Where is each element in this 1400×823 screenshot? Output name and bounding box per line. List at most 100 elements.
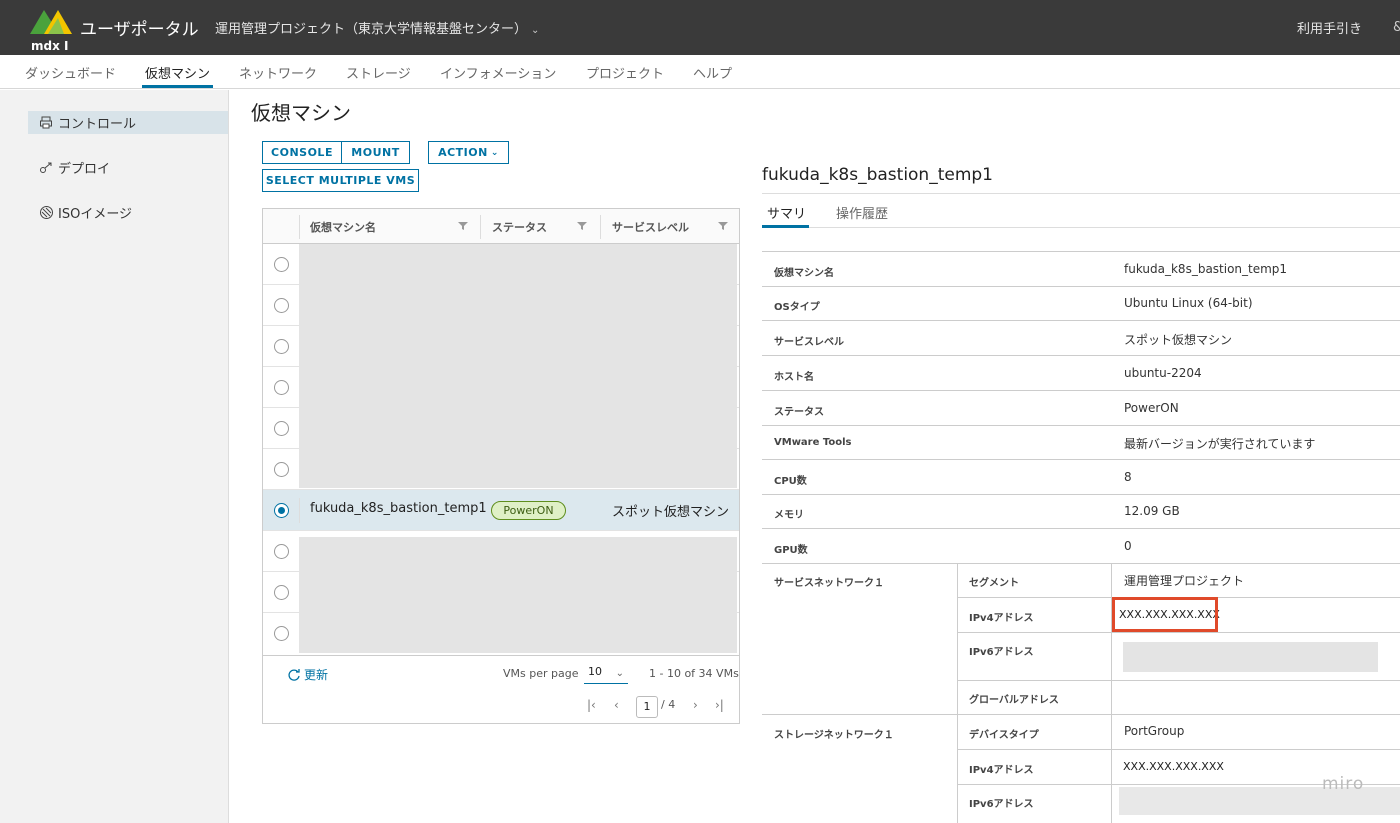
sidebar [0, 90, 229, 823]
row-radio[interactable] [274, 298, 289, 313]
nav-dashboard[interactable]: ダッシュボード [25, 63, 116, 82]
column-divider [1111, 715, 1112, 823]
sidebar-item-deploy[interactable]: デプロイ [28, 156, 228, 179]
row-separator [299, 498, 300, 523]
share-icon [40, 162, 52, 173]
user-icon[interactable]: & [1393, 20, 1400, 36]
nav-active-indicator [142, 85, 213, 88]
summary-row: ホスト名 ubuntu-2204 [762, 356, 1400, 391]
first-page-icon[interactable]: |‹ [587, 698, 596, 712]
row-value: 最新バージョンが実行されています [1124, 437, 1316, 451]
last-page-icon[interactable]: ›| [715, 698, 724, 712]
row-label: GPU数 [774, 545, 808, 556]
row-label: IPv4アドレス [969, 613, 1034, 624]
row-radio[interactable] [274, 421, 289, 436]
prev-page-icon[interactable]: ‹ [614, 698, 619, 712]
row-value: PowerON [1124, 401, 1179, 415]
row-label: デバイスタイプ [969, 730, 1039, 741]
sidebar-item-label: ISOイメージ [58, 207, 133, 222]
total-pages: / 4 [661, 698, 676, 711]
app-title: ユーザポータル [80, 20, 199, 40]
help-link[interactable]: 利用手引き [1297, 18, 1362, 37]
nav-virtual-machines[interactable]: 仮想マシン [145, 63, 210, 82]
service-network-group: サービスネットワーク１ セグメント 運用管理プロジェクト IPv4アドレス XX… [762, 564, 1400, 715]
column-separator [480, 215, 481, 239]
action-button[interactable]: ACTION ⌄ [428, 141, 509, 164]
console-button[interactable]: CONSOLE [262, 141, 342, 164]
row-radio[interactable] [274, 626, 289, 641]
column-header-status[interactable]: ステータス [492, 219, 547, 235]
divider [762, 227, 1400, 228]
nav-storage[interactable]: ストレージ [346, 63, 411, 82]
sidebar-item-control[interactable]: コントロール [28, 111, 228, 134]
next-page-icon[interactable]: › [693, 698, 698, 712]
row-label: グローバルアドレス [969, 695, 1059, 706]
project-selector[interactable]: 運用管理プロジェクト（東京大学情報基盤センター） ⌄ [215, 18, 539, 37]
nav-network[interactable]: ネットワーク [239, 63, 317, 82]
filter-icon[interactable] [577, 221, 587, 231]
row-radio-checked[interactable] [274, 503, 289, 518]
group-label: サービスネットワーク１ [774, 578, 884, 589]
row-radio[interactable] [274, 544, 289, 559]
row-radio[interactable] [274, 339, 289, 354]
chevron-down-icon: ⌄ [615, 668, 624, 679]
page-number-input[interactable]: 1 [636, 696, 658, 718]
sidebar-item-label: コントロール [58, 117, 137, 132]
row-label: サービスレベル [774, 337, 844, 348]
row-value: fukuda_k8s_bastion_temp1 [1124, 262, 1288, 276]
mount-button[interactable]: MOUNT [341, 141, 410, 164]
row-label: 仮想マシン名 [774, 268, 834, 279]
row-radio[interactable] [274, 380, 289, 395]
storage-network-group: ストレージネットワーク１ デバイスタイプ PortGroup IPv4アドレス … [762, 715, 1400, 823]
tab-summary[interactable]: サマリ [767, 203, 806, 222]
filter-icon[interactable] [458, 221, 468, 231]
row-label: IPv6アドレス [969, 799, 1034, 810]
summary-row: OSタイプ Ubuntu Linux (64-bit) [762, 287, 1400, 321]
table-row-selected[interactable]: fukuda_k8s_bastion_temp1 PowerON スポット仮想マ… [263, 490, 739, 531]
column-header-vm-name[interactable]: 仮想マシン名 [310, 219, 376, 235]
nav-help[interactable]: ヘルプ [693, 63, 732, 82]
row-label: OSタイプ [774, 302, 820, 313]
action-label: ACTION [438, 146, 488, 159]
summary-row: メモリ 12.09 GB [762, 495, 1400, 529]
group-label: ストレージネットワーク１ [774, 730, 894, 741]
main-nav: ダッシュボード 仮想マシン ネットワーク ストレージ インフォメーション プロジ… [0, 55, 1400, 89]
redacted-rows [299, 537, 737, 653]
sidebar-item-iso[interactable]: ISOイメージ [28, 201, 228, 224]
refresh-label: 更新 [304, 668, 329, 682]
row-radio[interactable] [274, 585, 289, 600]
per-page-value: 10 [588, 665, 602, 678]
row-radio[interactable] [274, 257, 289, 272]
tab-history[interactable]: 操作履歴 [836, 203, 888, 222]
summary-row: VMware Tools 最新バージョンが実行されています [762, 426, 1400, 460]
row-value: 8 [1124, 470, 1132, 484]
filter-icon[interactable] [718, 221, 728, 231]
miro-watermark: miro [1322, 774, 1365, 794]
row-label: VMware Tools [774, 437, 852, 448]
per-page-select[interactable]: 10 ⌄ [584, 665, 628, 684]
summary-row: 仮想マシン名 fukuda_k8s_bastion_temp1 [762, 252, 1400, 287]
mdx-logo-icon[interactable]: mdx Ⅰ [28, 4, 74, 52]
per-page-label: VMs per page [503, 667, 579, 680]
row-label: メモリ [774, 510, 804, 521]
nav-project[interactable]: プロジェクト [586, 63, 664, 82]
refresh-button[interactable]: 更新 [287, 666, 328, 683]
detail-title: fukuda_k8s_bastion_temp1 [762, 165, 994, 185]
column-header-service-level[interactable]: サービスレベル [612, 219, 689, 235]
tab-active-indicator [762, 225, 809, 228]
row-value: スポット仮想マシン [1124, 333, 1233, 347]
row-label: ホスト名 [774, 372, 814, 383]
row-label: IPv6アドレス [969, 647, 1034, 658]
highlight-annotation [1112, 597, 1218, 632]
summary-row: CPU数 8 [762, 460, 1400, 495]
grid-footer: 更新 VMs per page 10 ⌄ 1 - 10 of 34 VMs |‹ … [263, 655, 739, 723]
nav-information[interactable]: インフォメーション [440, 63, 556, 82]
row-value: ubuntu-2204 [1124, 366, 1202, 380]
redacted-ipv6 [1123, 642, 1378, 672]
printer-icon [40, 116, 52, 129]
vm-name-cell: fukuda_k8s_bastion_temp1 [310, 501, 487, 516]
row-radio[interactable] [274, 462, 289, 477]
column-separator [299, 215, 300, 239]
select-multiple-vms-button[interactable]: SELECT MULTIPLE VMS [262, 169, 419, 192]
row-divider [957, 632, 1400, 633]
